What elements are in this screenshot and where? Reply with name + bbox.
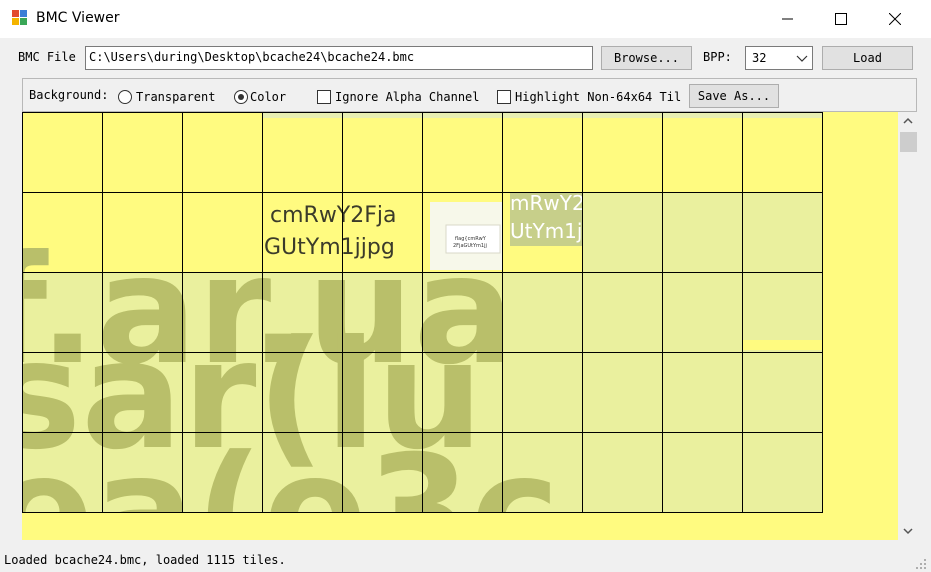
resize-grip-icon[interactable] [915,558,927,570]
bpp-label: BPP: [703,50,732,64]
bmc-file-label: BMC File [18,50,76,64]
scroll-down-icon[interactable] [901,524,915,538]
tile-text-line2: GUtYm1jjpg [264,235,395,260]
maximize-icon [835,13,847,25]
vertical-scrollbar[interactable] [898,112,918,540]
tile-text-line1: cmRwY2Fja [270,203,397,228]
close-button[interactable] [870,0,920,38]
bpp-select[interactable]: 32 [745,46,813,70]
chevron-down-icon [796,55,808,62]
tile-canvas: f.ar.ua sar(lu ea(o3c cmRwY2Fja GUtYm1jj… [22,112,898,540]
tile-viewer[interactable]: f.ar.ua sar(lu ea(o3c cmRwY2Fja GUtYm1jj… [22,112,898,540]
bpp-value: 32 [752,51,767,65]
load-button[interactable]: Load [822,46,913,70]
maximize-button[interactable] [816,0,866,38]
partial-text-line1: mRwY2 [510,191,585,215]
minimize-button[interactable] [763,0,813,38]
minimize-icon [782,18,793,20]
color-label[interactable]: Color [250,90,286,104]
thumb-line2: 2FjaGUtYm1jj [453,243,487,249]
transparent-radio[interactable] [118,90,132,104]
bmc-file-path-input[interactable]: C:\Users\during\Desktop\bcache24\bcache2… [85,46,593,70]
scrollbar-thumb[interactable] [900,132,917,152]
title-bar[interactable]: BMC Viewer [0,0,931,38]
highlight-checkbox[interactable] [497,90,511,104]
pale-region-top [582,192,822,272]
yellow-strip [742,340,822,350]
background-label: Background: [29,88,109,102]
window-title: BMC Viewer [36,10,120,26]
close-icon [889,13,901,25]
scroll-up-icon[interactable] [901,114,915,128]
thumb-line1: flag{cmRwY [455,236,487,242]
partial-text-line2: UtYm1j [510,219,582,243]
browse-button[interactable]: Browse... [601,46,692,70]
transparent-label[interactable]: Transparent [136,90,215,104]
color-radio[interactable] [234,90,248,104]
status-text: Loaded bcache24.bmc, loaded 1115 tiles. [4,553,286,567]
options-toolbar: Background: Transparent Color Ignore Alp… [22,78,917,112]
ignore-alpha-label[interactable]: Ignore Alpha Channel [335,90,480,104]
save-as-button[interactable]: Save As... [689,84,779,108]
ignore-alpha-checkbox[interactable] [317,90,331,104]
app-icon [12,10,28,26]
highlight-label[interactable]: Highlight Non-64x64 Til [515,90,681,104]
